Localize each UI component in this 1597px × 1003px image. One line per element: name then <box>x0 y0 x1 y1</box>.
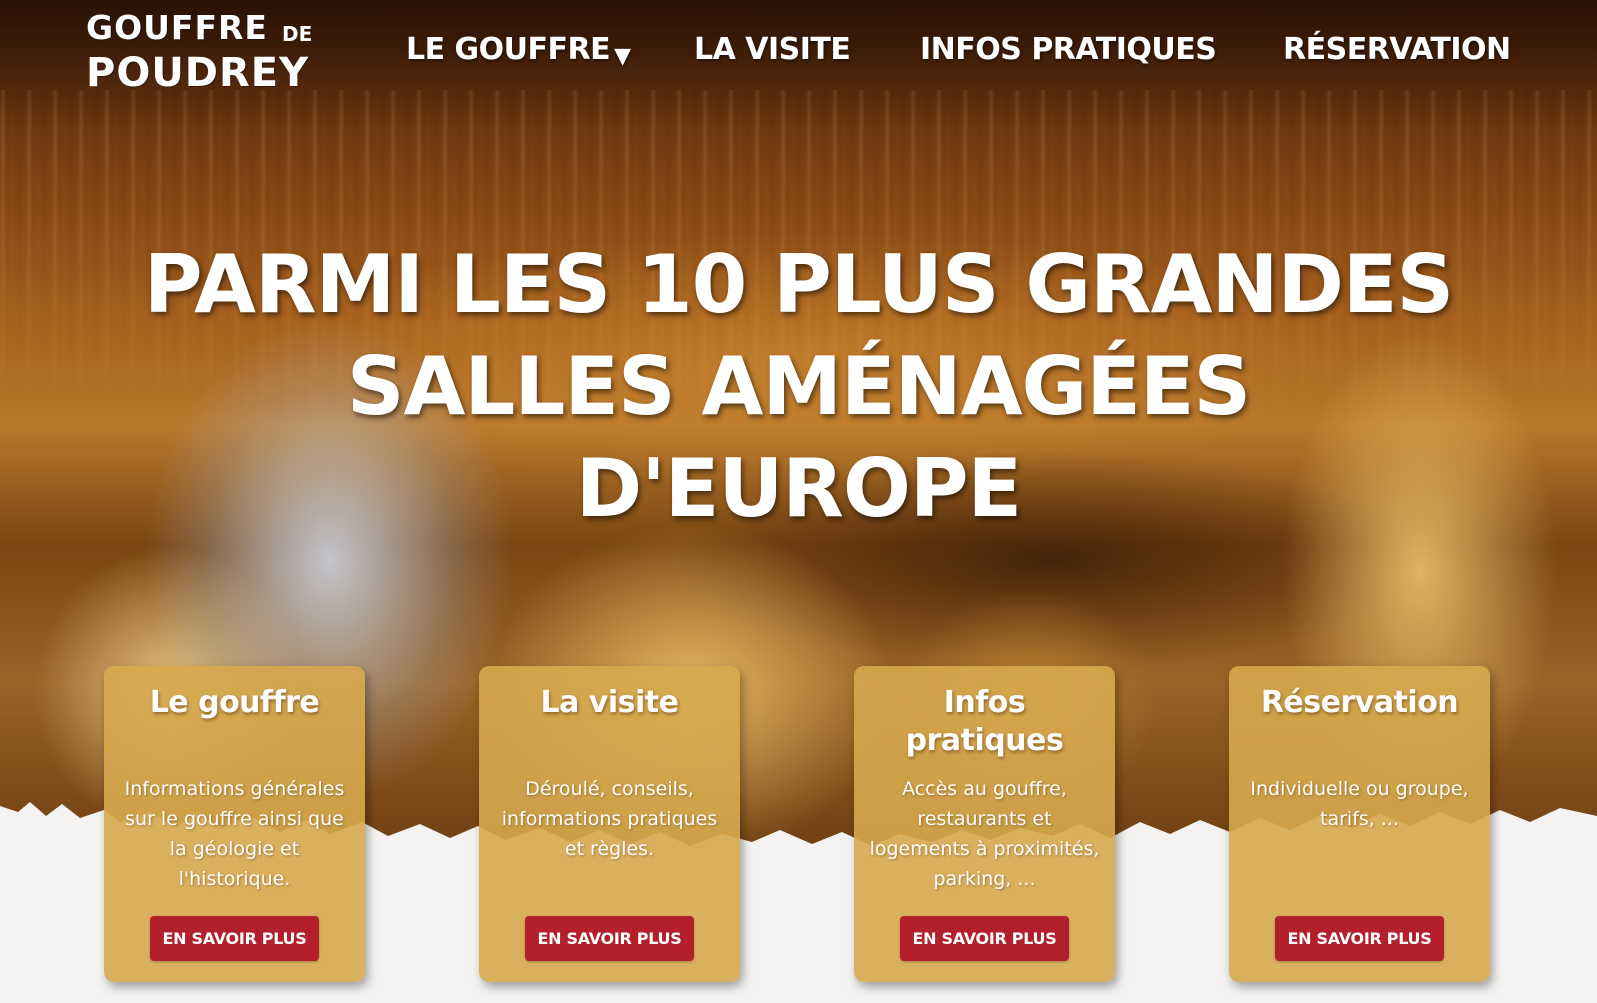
learn-more-button[interactable]: EN SAVOIR PLUS <box>150 916 319 961</box>
logo-text-poudrey: POUDREY <box>86 50 310 96</box>
nav-item-le-gouffre[interactable]: LE GOUFFRE ▼ <box>406 32 631 69</box>
chevron-down-icon: ▼ <box>614 44 631 69</box>
card-la-visite: La visite Déroulé, conseils, information… <box>479 666 740 982</box>
nav-item-label: INFOS PRATIQUES <box>920 32 1217 67</box>
nav-item-infos-pratiques[interactable]: INFOS PRATIQUES <box>920 32 1217 67</box>
card-title: Infos pratiques <box>905 685 1064 758</box>
card-le-gouffre: Le gouffre Informations générales sur le… <box>104 666 365 982</box>
learn-more-button[interactable]: EN SAVOIR PLUS <box>525 916 694 961</box>
card-description: Individuelle ou groupe, tarifs, ... <box>1250 778 1469 830</box>
logo-text-gouffre: GOUFFRE <box>86 8 268 47</box>
headline-line-2: SALLES AMÉNAGÉES <box>346 340 1251 433</box>
nav-item-reservation[interactable]: RÉSERVATION <box>1283 32 1511 67</box>
headline-line-1: PARMI LES 10 PLUS GRANDES <box>143 238 1454 331</box>
card-title: Réservation <box>1260 685 1459 720</box>
card-description: Informations générales sur le gouffre ai… <box>124 778 345 890</box>
card-infos-pratiques: Infos pratiques Accès au gouffre, restau… <box>854 666 1115 982</box>
card-title: Le gouffre <box>149 685 320 720</box>
card-title: La visite <box>540 685 679 720</box>
logo-text-de: DE <box>282 22 313 46</box>
nav-item-label: LA VISITE <box>694 32 851 67</box>
headline-line-3: D'EUROPE <box>575 442 1022 535</box>
card-description: Accès au gouffre, restaurants et logemen… <box>869 778 1100 890</box>
nav-item-la-visite[interactable]: LA VISITE <box>694 32 851 67</box>
nav-item-label: RÉSERVATION <box>1283 32 1511 67</box>
site-header: GOUFFRE DE POUDREY LE GOUFFRE ▼ LA VISITE… <box>0 0 1597 110</box>
card-description: Déroulé, conseils, informations pratique… <box>501 778 718 860</box>
nav-item-label: LE GOUFFRE <box>406 32 611 67</box>
site-logo[interactable]: GOUFFRE DE POUDREY <box>86 6 336 96</box>
learn-more-button[interactable]: EN SAVOIR PLUS <box>900 916 1069 961</box>
hero-headline: PARMI LES 10 PLUS GRANDES SALLES AMÉNAGÉ… <box>140 234 1457 540</box>
card-reservation: Réservation Individuelle ou groupe, tari… <box>1229 666 1490 982</box>
learn-more-button[interactable]: EN SAVOIR PLUS <box>1275 916 1444 961</box>
